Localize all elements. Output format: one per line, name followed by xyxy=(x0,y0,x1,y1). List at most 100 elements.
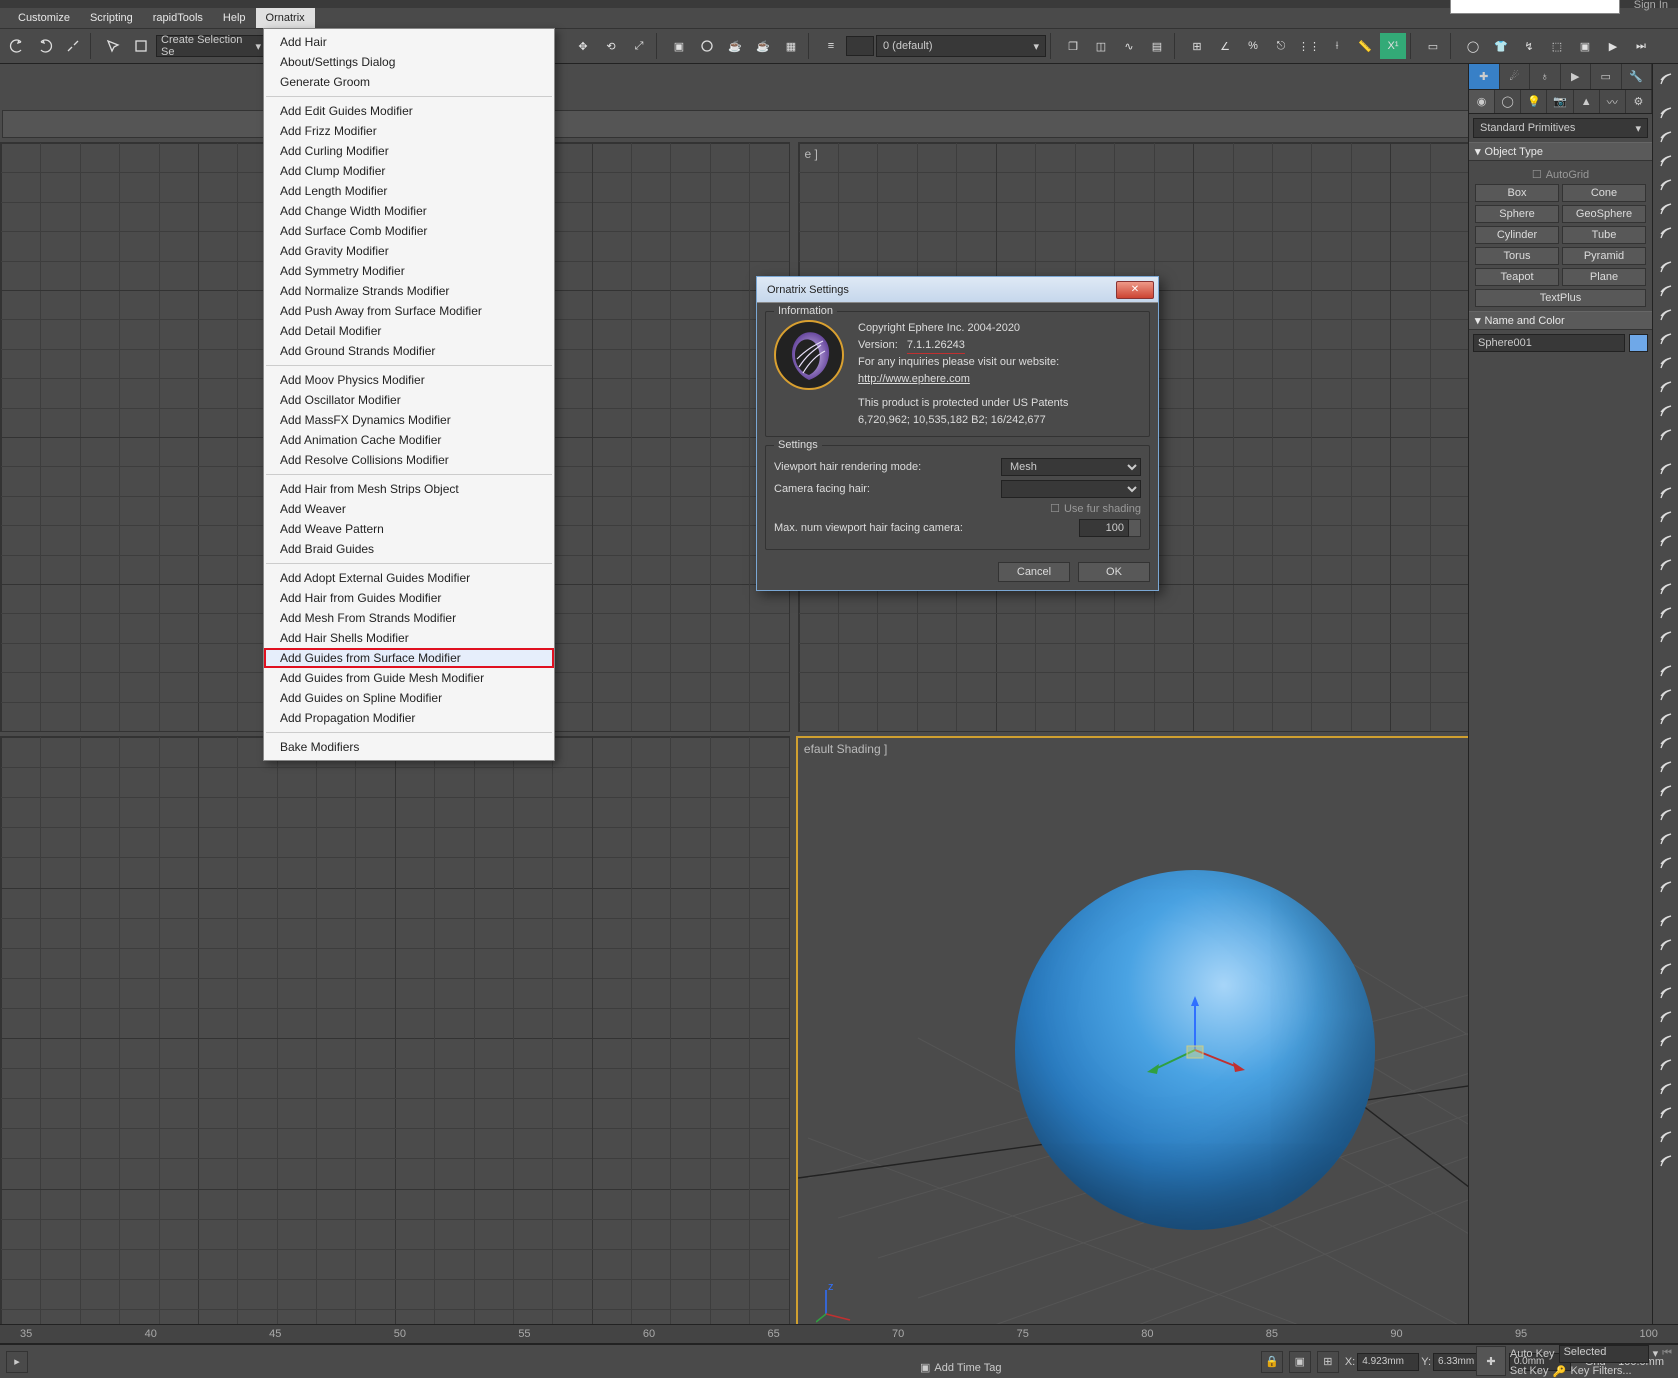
material-editor-button[interactable] xyxy=(694,33,720,59)
render-button[interactable]: ☕ xyxy=(750,33,776,59)
menu-item[interactable]: Add Moov Physics Modifier xyxy=(264,370,554,390)
viewport-bottom-left[interactable] xyxy=(0,736,790,1340)
hierarchy-tab[interactable]: ♁ xyxy=(1530,64,1561,89)
measure-button[interactable]: 📏 xyxy=(1352,33,1378,59)
menu-item[interactable]: Generate Groom xyxy=(264,72,554,92)
ribbon-button-41[interactable] xyxy=(1655,1102,1677,1124)
ribbon-button-38[interactable] xyxy=(1655,1030,1677,1052)
snap-button[interactable]: ▣ xyxy=(666,33,692,59)
sub-cameras[interactable]: 📷 xyxy=(1547,90,1573,113)
menu-item[interactable]: Add Gravity Modifier xyxy=(264,241,554,261)
menu-item[interactable]: Add Frizz Modifier xyxy=(264,121,554,141)
menu-item[interactable]: Add Edit Guides Modifier xyxy=(264,101,554,121)
create-geosphere[interactable]: GeoSphere xyxy=(1562,205,1646,223)
ribbon-button-29[interactable] xyxy=(1655,804,1677,826)
spinner-arrows[interactable] xyxy=(1129,519,1141,537)
ribbon-button-40[interactable] xyxy=(1655,1078,1677,1100)
ribbon-button-26[interactable] xyxy=(1655,732,1677,754)
sub-space[interactable]: 〰 xyxy=(1600,90,1626,113)
schematic-button[interactable]: ◫ xyxy=(1088,33,1114,59)
lock-button[interactable]: 🔒 xyxy=(1261,1351,1283,1373)
display-tab[interactable]: ▭ xyxy=(1591,64,1622,89)
ribbon-button-3[interactable] xyxy=(1655,150,1677,172)
curve-editor-button[interactable]: ∿ xyxy=(1116,33,1142,59)
object-name-input[interactable] xyxy=(1473,334,1625,352)
mirror-button[interactable]: ⎋ xyxy=(1268,33,1294,59)
menu-rapidtools[interactable]: rapidTools xyxy=(143,8,213,28)
ribbon-button-18[interactable] xyxy=(1655,530,1677,552)
tool-b[interactable]: ◯ xyxy=(1460,33,1486,59)
selection-set-dropdown[interactable]: Create Selection Se▾ xyxy=(156,35,266,57)
menu-item[interactable]: Add Hair from Guides Modifier xyxy=(264,588,554,608)
ribbon-button-13[interactable] xyxy=(1655,400,1677,422)
website-link[interactable]: http://www.ephere.com xyxy=(858,373,970,385)
menu-item[interactable]: Add Guides from Surface Modifier xyxy=(264,648,554,668)
ribbon-button-34[interactable] xyxy=(1655,934,1677,956)
menu-item[interactable]: Add Resolve Collisions Modifier xyxy=(264,450,554,470)
ribbon-button-42[interactable] xyxy=(1655,1126,1677,1148)
ribbon-button-36[interactable] xyxy=(1655,982,1677,1004)
menu-scripting[interactable]: Scripting xyxy=(80,8,143,28)
create-tube[interactable]: Tube xyxy=(1562,226,1646,244)
align-button[interactable]: ≡ xyxy=(818,33,844,59)
create-box[interactable]: Box xyxy=(1475,184,1559,202)
add-time-tag[interactable]: Add Time Tag xyxy=(934,1362,1001,1374)
snap3-button[interactable]: X¹ xyxy=(1380,33,1406,59)
ribbon-button-9[interactable] xyxy=(1655,304,1677,326)
angle-snap-button[interactable]: ∠ xyxy=(1212,33,1238,59)
sub-systems[interactable]: ⚙ xyxy=(1626,90,1652,113)
ribbon-button-19[interactable] xyxy=(1655,554,1677,576)
search-input[interactable] xyxy=(1450,0,1620,14)
menu-item[interactable]: Add MassFX Dynamics Modifier xyxy=(264,410,554,430)
menu-item[interactable]: Add Weave Pattern xyxy=(264,519,554,539)
menu-item[interactable]: About/Settings Dialog xyxy=(264,52,554,72)
autokey-button[interactable]: Auto Key xyxy=(1510,1348,1555,1360)
menu-item[interactable]: Add Symmetry Modifier xyxy=(264,261,554,281)
menu-item[interactable]: Add Guides from Guide Mesh Modifier xyxy=(264,668,554,688)
tool-a[interactable]: ▭ xyxy=(1420,33,1446,59)
menu-item[interactable]: Add Hair from Mesh Strips Object xyxy=(264,479,554,499)
render-frame-button[interactable]: ▦ xyxy=(778,33,804,59)
select-region-button[interactable] xyxy=(128,33,154,59)
spinner[interactable] xyxy=(846,36,874,56)
x-input[interactable] xyxy=(1357,1353,1419,1371)
percent-snap-button[interactable]: % xyxy=(1240,33,1266,59)
ribbon-button-20[interactable] xyxy=(1655,578,1677,600)
ribbon-button-43[interactable] xyxy=(1655,1150,1677,1172)
ok-button[interactable]: OK xyxy=(1078,562,1150,582)
sub-shapes[interactable]: ◯ xyxy=(1495,90,1521,113)
menu-ornatrix[interactable]: Ornatrix xyxy=(256,8,315,28)
ribbon-button-23[interactable] xyxy=(1655,660,1677,682)
ribbon-button-11[interactable] xyxy=(1655,352,1677,374)
tool-e[interactable]: ⬚ xyxy=(1544,33,1570,59)
undo-button[interactable] xyxy=(4,33,30,59)
ribbon-button-8[interactable] xyxy=(1655,280,1677,302)
layers-button[interactable]: ❐ xyxy=(1060,33,1086,59)
create-textplus[interactable]: TextPlus xyxy=(1475,289,1646,307)
utilities-tab[interactable]: 🔧 xyxy=(1622,64,1653,89)
menu-item[interactable]: Add Guides on Spline Modifier xyxy=(264,688,554,708)
ribbon-button-15[interactable] xyxy=(1655,458,1677,480)
snap2-button[interactable]: ⊞ xyxy=(1184,33,1210,59)
render-setup-button[interactable]: ☕ xyxy=(722,33,748,59)
menu-item[interactable]: Add Hair Shells Modifier xyxy=(264,628,554,648)
select-button[interactable] xyxy=(100,33,126,59)
selection-lock-button[interactable]: ⊞ xyxy=(1317,1351,1339,1373)
rotate-button[interactable]: ⟲ xyxy=(598,33,624,59)
key-mode-dropdown[interactable]: Selected xyxy=(1559,1345,1649,1363)
menu-help[interactable]: Help xyxy=(213,8,256,28)
create-teapot[interactable]: Teapot xyxy=(1475,268,1559,286)
redo-button[interactable] xyxy=(32,33,58,59)
menu-item[interactable]: Add Braid Guides xyxy=(264,539,554,559)
tool-c[interactable]: 👕 xyxy=(1488,33,1514,59)
name-color-rollout[interactable]: ▾Name and Color xyxy=(1469,311,1652,330)
create-plane[interactable]: Plane xyxy=(1562,268,1646,286)
array-button[interactable]: ⋮⋮ xyxy=(1296,33,1322,59)
ribbon-button-5[interactable] xyxy=(1655,198,1677,220)
ribbon-button-6[interactable] xyxy=(1655,222,1677,244)
menu-item[interactable]: Add Detail Modifier xyxy=(264,321,554,341)
sub-geom[interactable]: ◉ xyxy=(1469,90,1495,113)
create-pyramid[interactable]: Pyramid xyxy=(1562,247,1646,265)
tool-f[interactable]: ▣ xyxy=(1572,33,1598,59)
menu-item[interactable]: Add Length Modifier xyxy=(264,181,554,201)
